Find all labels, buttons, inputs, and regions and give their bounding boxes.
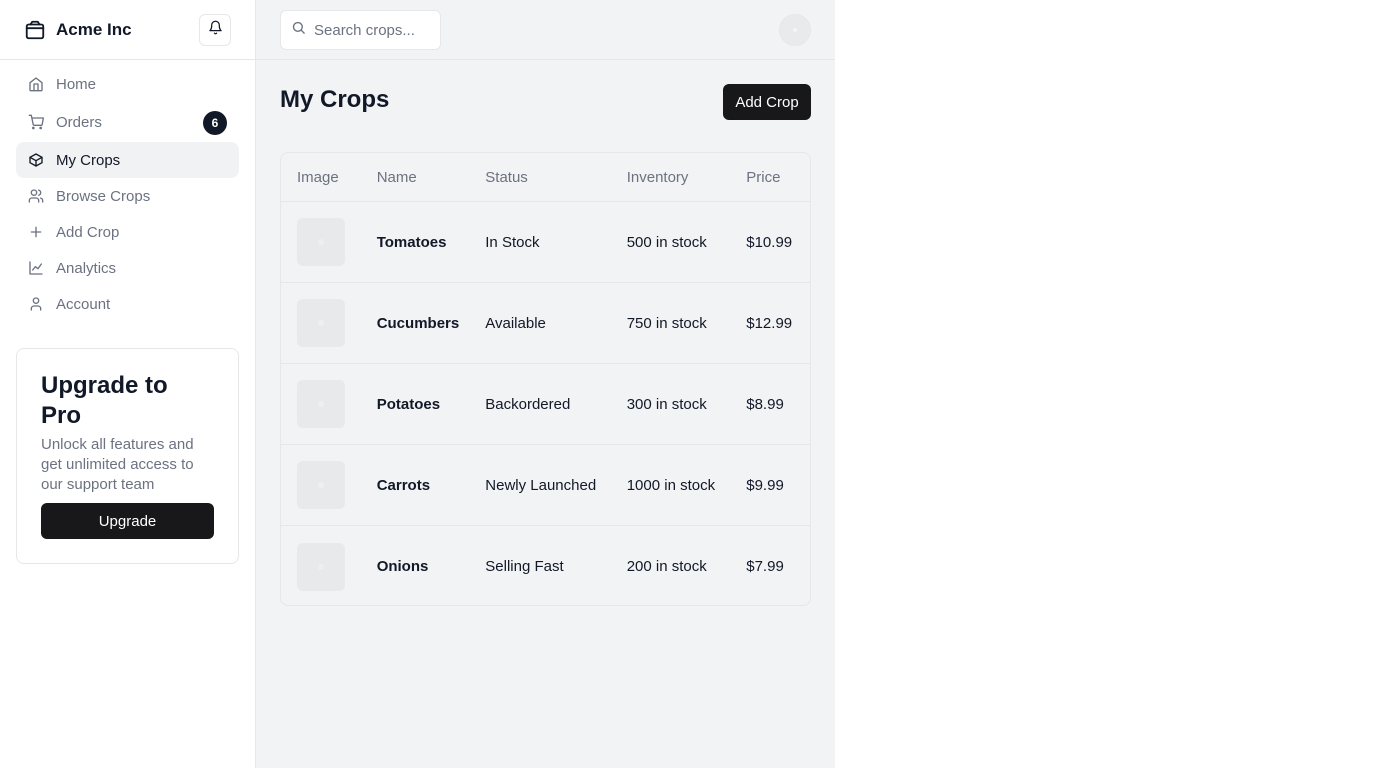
- crop-inventory: 500 in stock: [626, 233, 707, 251]
- crop-inventory: 200 in stock: [626, 558, 707, 575]
- home-icon: [28, 76, 44, 92]
- crop-price: $12.99: [746, 314, 793, 332]
- cart-icon: [28, 114, 44, 130]
- sidebar-item-my-crops[interactable]: My Crops: [16, 142, 239, 178]
- sidebar-item-label: Add Crop: [56, 223, 120, 241]
- upgrade-button[interactable]: Upgrade: [41, 503, 214, 539]
- sidebar-item-home[interactable]: Home: [16, 66, 239, 102]
- image-cell: [281, 218, 377, 266]
- bell-icon: [208, 20, 223, 40]
- image-placeholder-icon: [318, 482, 324, 488]
- box-icon: [28, 152, 44, 168]
- crop-inventory: 750 in stock: [626, 314, 707, 332]
- table-header: Image Name Status Inventory Price: [281, 153, 810, 202]
- table-row[interactable]: Onions Selling Fast 200 in stock $7.99: [281, 526, 810, 605]
- brand-bar: Acme Inc: [0, 0, 255, 60]
- sidebar-item-browse-crops[interactable]: Browse Crops: [16, 178, 239, 214]
- crop-name: Onions: [376, 558, 429, 575]
- sidebar-nav: Home Orders 6 My Crops Browse Crops Add …: [0, 60, 255, 322]
- orders-count-badge: 6: [203, 111, 227, 135]
- notifications-button[interactable]: [199, 14, 231, 46]
- table-row[interactable]: Tomatoes In Stock 500 in stock $10.99: [281, 202, 810, 283]
- image-cell: [281, 299, 377, 347]
- sidebar: Acme Inc Home Orders 6 My Crops Browse C…: [0, 0, 256, 768]
- crop-thumbnail: [297, 542, 345, 591]
- crop-name: Carrots: [376, 476, 431, 494]
- sidebar-item-orders[interactable]: Orders 6: [16, 104, 239, 140]
- column-header-name[interactable]: Name: [377, 169, 486, 186]
- column-header-inventory[interactable]: Inventory: [627, 169, 747, 186]
- column-header-price[interactable]: Price: [746, 169, 810, 186]
- crop-price: $8.99: [746, 395, 784, 413]
- crop-price: $7.99: [746, 558, 784, 575]
- image-cell: [281, 461, 377, 509]
- crop-name: Potatoes: [376, 395, 441, 413]
- crop-name: Cucumbers: [376, 314, 460, 332]
- upgrade-title: Upgrade to Pro: [41, 372, 168, 429]
- users-icon: [28, 188, 44, 204]
- search-box[interactable]: [280, 10, 441, 50]
- crop-status: Selling Fast: [485, 558, 564, 575]
- page-title: My Crops: [280, 86, 390, 113]
- crop-price: $10.99: [746, 233, 793, 251]
- search-icon: [291, 20, 306, 40]
- empty-canvas-area: [835, 0, 1376, 768]
- search-input[interactable]: [314, 21, 434, 39]
- table-row[interactable]: Cucumbers Available 750 in stock $12.99: [281, 283, 810, 364]
- upgrade-card: Upgrade to Pro Unlock all features and g…: [16, 348, 239, 564]
- brand-name[interactable]: Acme Inc: [56, 20, 132, 40]
- sidebar-item-label: Account: [56, 295, 111, 313]
- topbar: [256, 0, 835, 60]
- crop-price: $9.99: [746, 476, 784, 494]
- image-cell: [281, 542, 377, 591]
- avatar-image: [793, 28, 797, 32]
- table-row[interactable]: Potatoes Backordered 300 in stock $8.99: [281, 364, 810, 445]
- main-content: My Crops Add Crop Image Name Status Inve…: [256, 0, 835, 768]
- crop-status: Backordered: [485, 395, 571, 413]
- column-header-image[interactable]: Image: [281, 169, 377, 186]
- sidebar-item-label: Analytics: [56, 259, 117, 277]
- table-row[interactable]: Carrots Newly Launched 1000 in stock $9.…: [281, 445, 810, 526]
- image-placeholder-icon: [318, 563, 324, 570]
- crop-status: Available: [485, 314, 546, 332]
- sidebar-item-account[interactable]: Account: [16, 286, 239, 322]
- user-icon: [28, 296, 44, 312]
- sidebar-item-analytics[interactable]: Analytics: [16, 250, 239, 286]
- sidebar-item-label: Home: [56, 75, 97, 93]
- crop-name: Tomatoes: [376, 233, 447, 251]
- crop-status: Newly Launched: [485, 476, 597, 494]
- crop-inventory: 300 in stock: [626, 395, 707, 413]
- crop-status: In Stock: [485, 233, 540, 251]
- image-placeholder-icon: [318, 401, 324, 407]
- chart-line-icon: [28, 260, 44, 276]
- image-placeholder-icon: [318, 239, 324, 245]
- avatar[interactable]: [779, 14, 811, 46]
- crop-inventory: 1000 in stock: [626, 476, 716, 494]
- image-placeholder-icon: [318, 320, 324, 326]
- column-header-status[interactable]: Status: [485, 169, 626, 186]
- crop-thumbnail: [297, 380, 345, 428]
- crop-thumbnail: [297, 218, 345, 266]
- sidebar-item-add-crop[interactable]: Add Crop: [16, 214, 239, 250]
- sidebar-item-label: Orders: [56, 113, 102, 131]
- sidebar-item-label: My Crops: [56, 151, 121, 169]
- package-icon: [24, 19, 46, 41]
- image-cell: [281, 380, 377, 428]
- crops-table: Image Name Status Inventory Price Tomato…: [280, 152, 811, 606]
- crop-thumbnail: [297, 461, 345, 509]
- crop-thumbnail: [297, 299, 345, 347]
- upgrade-description: Unlock all features and get unlimited ac…: [41, 436, 194, 493]
- sidebar-item-label: Browse Crops: [56, 187, 151, 205]
- plus-icon: [28, 224, 44, 240]
- add-crop-button[interactable]: Add Crop: [723, 84, 811, 120]
